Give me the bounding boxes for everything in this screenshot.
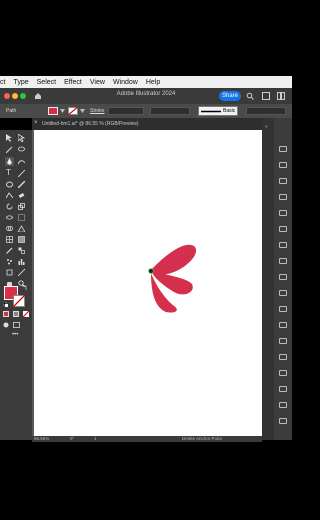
free-transform-tool-icon[interactable] <box>18 214 25 221</box>
menu-view[interactable]: View <box>90 79 105 86</box>
transform-panel-icon[interactable] <box>279 370 287 376</box>
default-colors-icon[interactable] <box>3 302 8 307</box>
appearance-panel-icon[interactable] <box>279 306 287 312</box>
color-mode-button[interactable] <box>3 311 9 317</box>
stroke-none-slash-icon <box>68 107 78 115</box>
magic-wand-tool-icon[interactable] <box>6 146 13 153</box>
artboard-number[interactable]: 1 <box>94 436 97 441</box>
gradient-tool-icon[interactable] <box>18 236 25 243</box>
arrange-documents-icon[interactable] <box>277 92 285 100</box>
gradient-panel-icon[interactable] <box>279 274 287 280</box>
dock-grip-icon[interactable]: » <box>265 124 268 130</box>
transparency-panel-icon[interactable] <box>279 290 287 296</box>
properties-panel-icon[interactable] <box>279 146 287 152</box>
shaper-tool-icon[interactable] <box>6 192 13 199</box>
symbol-sprayer-tool-icon[interactable] <box>6 258 13 265</box>
menu-help[interactable]: Help <box>146 79 160 86</box>
blend-tool-icon[interactable] <box>18 247 25 254</box>
none-mode-button[interactable] <box>23 311 29 317</box>
stroke-none-icon <box>13 295 25 307</box>
screen-mode-icon[interactable] <box>13 322 20 328</box>
menu-object[interactable]: ct <box>0 79 5 86</box>
gradient-mode-button[interactable] <box>13 311 19 317</box>
scale-tool-icon[interactable] <box>18 203 25 210</box>
stroke-weight-field[interactable] <box>108 107 144 115</box>
export-panel-icon[interactable] <box>279 418 287 424</box>
rotate-tool-icon[interactable] <box>6 203 13 210</box>
menu-effect[interactable]: Effect <box>64 79 82 86</box>
tools-panel: T ••• <box>0 130 32 440</box>
zoom-level[interactable]: 86.55% <box>34 436 49 441</box>
canvas-area[interactable] <box>32 130 262 436</box>
mesh-tool-icon[interactable] <box>6 236 13 243</box>
graphic-styles-panel-icon[interactable] <box>279 322 287 328</box>
type-tool-icon[interactable]: T <box>6 168 11 177</box>
variable-width-field[interactable] <box>150 107 190 115</box>
brush-stroke-preview-icon <box>201 110 221 113</box>
document-tab[interactable]: Untitled-hm1.ai* @ 86.55 % (RGB/Preview) <box>42 121 139 127</box>
current-tool-hint: Delete Anchor Point <box>182 436 222 441</box>
paintbrush-tool-icon[interactable] <box>18 181 25 188</box>
rotation-value[interactable]: 0° <box>70 436 74 441</box>
anchor-point <box>148 268 154 274</box>
artboard[interactable] <box>34 130 262 436</box>
slice-tool-icon[interactable] <box>18 269 25 276</box>
edit-toolbar-icon[interactable]: ••• <box>12 332 18 338</box>
libraries-panel-icon[interactable] <box>279 178 287 184</box>
draw-mode-icon[interactable] <box>3 322 9 328</box>
flower-petals-artwork[interactable] <box>34 130 262 436</box>
object-type-label: Path <box>6 108 17 114</box>
brush-definition-label: Basic <box>223 108 236 114</box>
layers-panel-icon[interactable] <box>279 162 287 168</box>
search-icon[interactable] <box>246 92 254 100</box>
line-segment-tool-icon[interactable] <box>18 170 25 177</box>
stroke-label[interactable]: Stroke <box>90 108 104 114</box>
petal-upper <box>150 244 197 275</box>
shape-builder-tool-icon[interactable] <box>6 225 13 232</box>
column-graph-tool-icon[interactable] <box>18 258 25 265</box>
align-panel-icon[interactable] <box>279 338 287 344</box>
app-title-bar: Adobe Illustrator 2024 Share <box>0 88 292 104</box>
swatches-panel-icon[interactable] <box>279 210 287 216</box>
collapsed-panel-dock: » <box>262 118 274 440</box>
stroke-panel-icon[interactable] <box>279 258 287 264</box>
width-tool-icon[interactable] <box>6 214 13 221</box>
eyedropper-tool-icon[interactable] <box>6 247 13 254</box>
symbols-panel-icon[interactable] <box>279 242 287 248</box>
menu-window[interactable]: Window <box>113 79 138 86</box>
menu-select[interactable]: Select <box>37 79 56 86</box>
curvature-tool-icon[interactable] <box>18 158 25 165</box>
direct-selection-tool-icon[interactable] <box>18 134 25 142</box>
status-bar: 86.55% 0° 1 Delete Anchor Point <box>32 436 262 442</box>
stroke-dropdown-chevron-icon[interactable] <box>80 109 85 113</box>
panels-icon[interactable] <box>262 92 270 100</box>
artboards-panel-icon[interactable] <box>279 386 287 392</box>
panel-icons-dock <box>274 118 292 440</box>
perspective-grid-tool-icon[interactable] <box>18 225 25 232</box>
share-button[interactable]: Share <box>219 91 241 101</box>
brushes-panel-icon[interactable] <box>279 226 287 232</box>
artboard-tool-icon[interactable] <box>6 269 13 276</box>
swap-colors-icon[interactable] <box>22 285 27 290</box>
opacity-field[interactable] <box>246 107 286 115</box>
fill-dropdown-chevron-icon[interactable] <box>60 109 65 113</box>
fill-swatch[interactable] <box>48 107 58 115</box>
menu-bar: ct Type Select Effect View Window Help <box>0 76 292 88</box>
document-tab-bar: × Untitled-hm1.ai* @ 86.55 % (RGB/Previe… <box>32 118 262 130</box>
menu-type[interactable]: Type <box>13 79 28 86</box>
close-tab-icon[interactable]: × <box>34 120 38 126</box>
pathfinder-panel-icon[interactable] <box>279 354 287 360</box>
pen-tool-icon[interactable] <box>5 157 14 166</box>
lasso-tool-icon[interactable] <box>18 146 25 153</box>
control-bar: Path Stroke Basic <box>0 104 292 118</box>
selection-tool-icon[interactable] <box>6 134 13 142</box>
ellipse-tool-icon[interactable] <box>6 181 13 188</box>
color-panel-icon[interactable] <box>279 194 287 200</box>
links-panel-icon[interactable] <box>279 402 287 408</box>
eraser-tool-icon[interactable] <box>18 192 25 199</box>
